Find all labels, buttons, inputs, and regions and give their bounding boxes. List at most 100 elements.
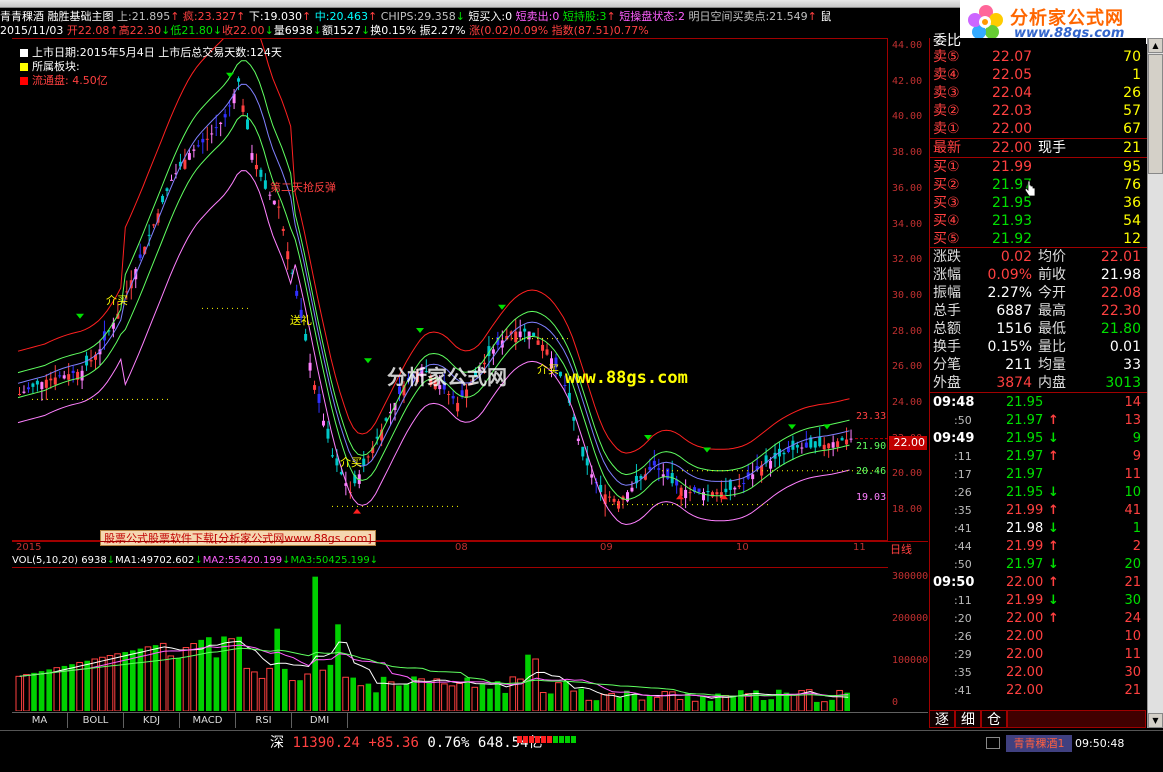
indicator-header: 青青稞酒 融胜基础主图 上:21.895↑ 疯:23.327↑ 下:19.030… xyxy=(0,9,960,24)
header-seg: 中:20.463 xyxy=(314,10,368,23)
vol-header-seg: MA3:50425.199 xyxy=(290,555,370,566)
volume-bar xyxy=(221,636,227,711)
current-price-tag: 22.00 xyxy=(889,436,927,450)
candle-body xyxy=(769,460,773,469)
buy-vol: 12 xyxy=(1123,231,1141,247)
sell-vol: 57 xyxy=(1123,103,1141,119)
quote-key: 均价 xyxy=(1038,249,1066,265)
header-seg: 短买入:0 xyxy=(468,10,516,23)
quote-key: 量比 xyxy=(1038,339,1066,355)
volume-bar xyxy=(600,694,608,712)
candle-body xyxy=(49,378,53,381)
tick-time: :20 xyxy=(954,612,972,625)
tab-ma[interactable]: MA xyxy=(12,713,68,728)
candle-body xyxy=(514,331,518,343)
lower-band-line xyxy=(17,170,850,526)
right-tab[interactable]: 仓 xyxy=(981,710,1007,728)
sell-signal-icon xyxy=(416,327,424,333)
scroll-up-icon[interactable]: ▲ xyxy=(1148,38,1163,53)
tick-time: 09:48 xyxy=(933,395,975,410)
tab-rsi[interactable]: RSI xyxy=(236,713,292,728)
candle-body xyxy=(192,149,196,151)
date-tick: 11 xyxy=(853,542,866,553)
tick-arrow: ↑ xyxy=(1048,611,1059,626)
tick-arrow: ↓ xyxy=(1048,521,1059,536)
quote-row: 振幅 2.27% 今开 22.08 xyxy=(930,284,1147,302)
tick-vol: 21 xyxy=(1124,575,1141,590)
volume-bar xyxy=(319,669,327,712)
tick-time: :44 xyxy=(954,540,972,553)
volume-bar xyxy=(676,699,684,712)
quote-key: 外盘 xyxy=(933,375,961,391)
candle-body xyxy=(697,488,701,493)
tick-arrow: ↑ xyxy=(1048,449,1059,464)
volume-bar xyxy=(646,695,653,711)
tick-vol: 20 xyxy=(1124,557,1141,572)
candle-body xyxy=(259,169,263,177)
tick-vol: 9 xyxy=(1132,431,1141,446)
tick-price: 22.00 xyxy=(1006,647,1044,662)
quote-key: 内盘 xyxy=(1038,375,1066,391)
sell-row: 卖⑤ 22.07 70 xyxy=(930,48,1147,66)
buy-row: 买① 21.99 95 xyxy=(930,158,1147,176)
candle-body xyxy=(223,114,227,118)
right-panel-tabs: 逐细仓 xyxy=(929,710,1146,728)
candle-body xyxy=(724,488,728,493)
sector-info: 所属板块: xyxy=(32,60,80,73)
volume-bar xyxy=(327,664,334,711)
candle-body xyxy=(196,145,200,147)
candle-body xyxy=(715,492,719,495)
volume-chart[interactable] xyxy=(12,567,888,712)
latest-price: 22.00 xyxy=(992,140,1033,156)
header-seg: 短持股:3 xyxy=(562,10,607,23)
kline-chart[interactable]: 介买 送礼 第二天抢反弹 介买 介买 分析家公式网 www.88gs.com xyxy=(12,13,888,541)
latest-row: 最新 22.00 现手 21 xyxy=(930,139,1147,157)
quote-seg: 2015/11/03 xyxy=(0,24,67,37)
volume-bar xyxy=(548,693,554,711)
volume-bar xyxy=(593,700,600,711)
tick-row: :20 22.00 ↑ 24 xyxy=(930,610,1147,628)
candle-body xyxy=(31,383,35,387)
quote-row: 换手 0.15% 量比 0.01 xyxy=(930,338,1147,356)
scroll-thumb[interactable] xyxy=(1148,54,1163,174)
sell-vol: 70 xyxy=(1123,49,1141,65)
buy-label: 买③ xyxy=(933,195,960,211)
candle-body xyxy=(742,483,746,485)
tick-vol: 11 xyxy=(1124,467,1141,482)
tick-vol: 30 xyxy=(1124,593,1141,608)
sell-label: 卖② xyxy=(933,103,960,119)
candle-body xyxy=(818,436,822,447)
tab-macd[interactable]: MACD xyxy=(180,713,236,728)
quote-seg: 涨(0.02)0.09% xyxy=(465,24,549,37)
index-pct: 0.76% xyxy=(427,735,470,751)
vertical-scrollbar[interactable]: ▲ ▼ xyxy=(1147,38,1163,728)
candle-body xyxy=(491,349,495,354)
quote-seg: 振2.27% xyxy=(416,24,466,37)
right-tab[interactable]: 细 xyxy=(955,710,981,728)
right-tab[interactable]: 逐 xyxy=(929,710,955,728)
candle-body xyxy=(219,122,223,125)
scroll-down-icon[interactable]: ▼ xyxy=(1148,713,1163,728)
volume-bar xyxy=(23,674,30,712)
stock-info: 上市日期:2015年5月4日 上市后总交易天数:124天 所属板块: 流通盘: … xyxy=(20,46,282,88)
quote-seg: 低21.80 xyxy=(170,24,213,37)
tab-kdj[interactable]: KDJ xyxy=(124,713,180,728)
header-seg: CHIPS:29.358 xyxy=(380,10,456,23)
tick-row: :29 22.00 11 xyxy=(930,646,1147,664)
candle-body xyxy=(845,439,849,445)
sell-price: 22.03 xyxy=(992,103,1033,119)
header-seg: ↑ xyxy=(367,10,381,23)
tick-arrow: ↓ xyxy=(1048,485,1059,500)
candle-body xyxy=(44,379,48,388)
candle-body xyxy=(67,374,71,380)
period-label[interactable]: 日线 xyxy=(890,541,912,557)
tick-vol: 11 xyxy=(1124,647,1141,662)
window-name[interactable]: 青青稞酒1 xyxy=(1006,735,1072,752)
tab-dmi[interactable]: DMI xyxy=(292,713,348,728)
volume-svg xyxy=(15,576,850,712)
market-index[interactable]: 深 11390.24 +85.36 0.76% 648.54亿 xyxy=(270,734,543,752)
sell-price: 22.07 xyxy=(992,49,1033,65)
tick-arrow: ↑ xyxy=(1048,413,1059,428)
volume-bar xyxy=(53,667,61,712)
tab-boll[interactable]: BOLL xyxy=(68,713,124,728)
